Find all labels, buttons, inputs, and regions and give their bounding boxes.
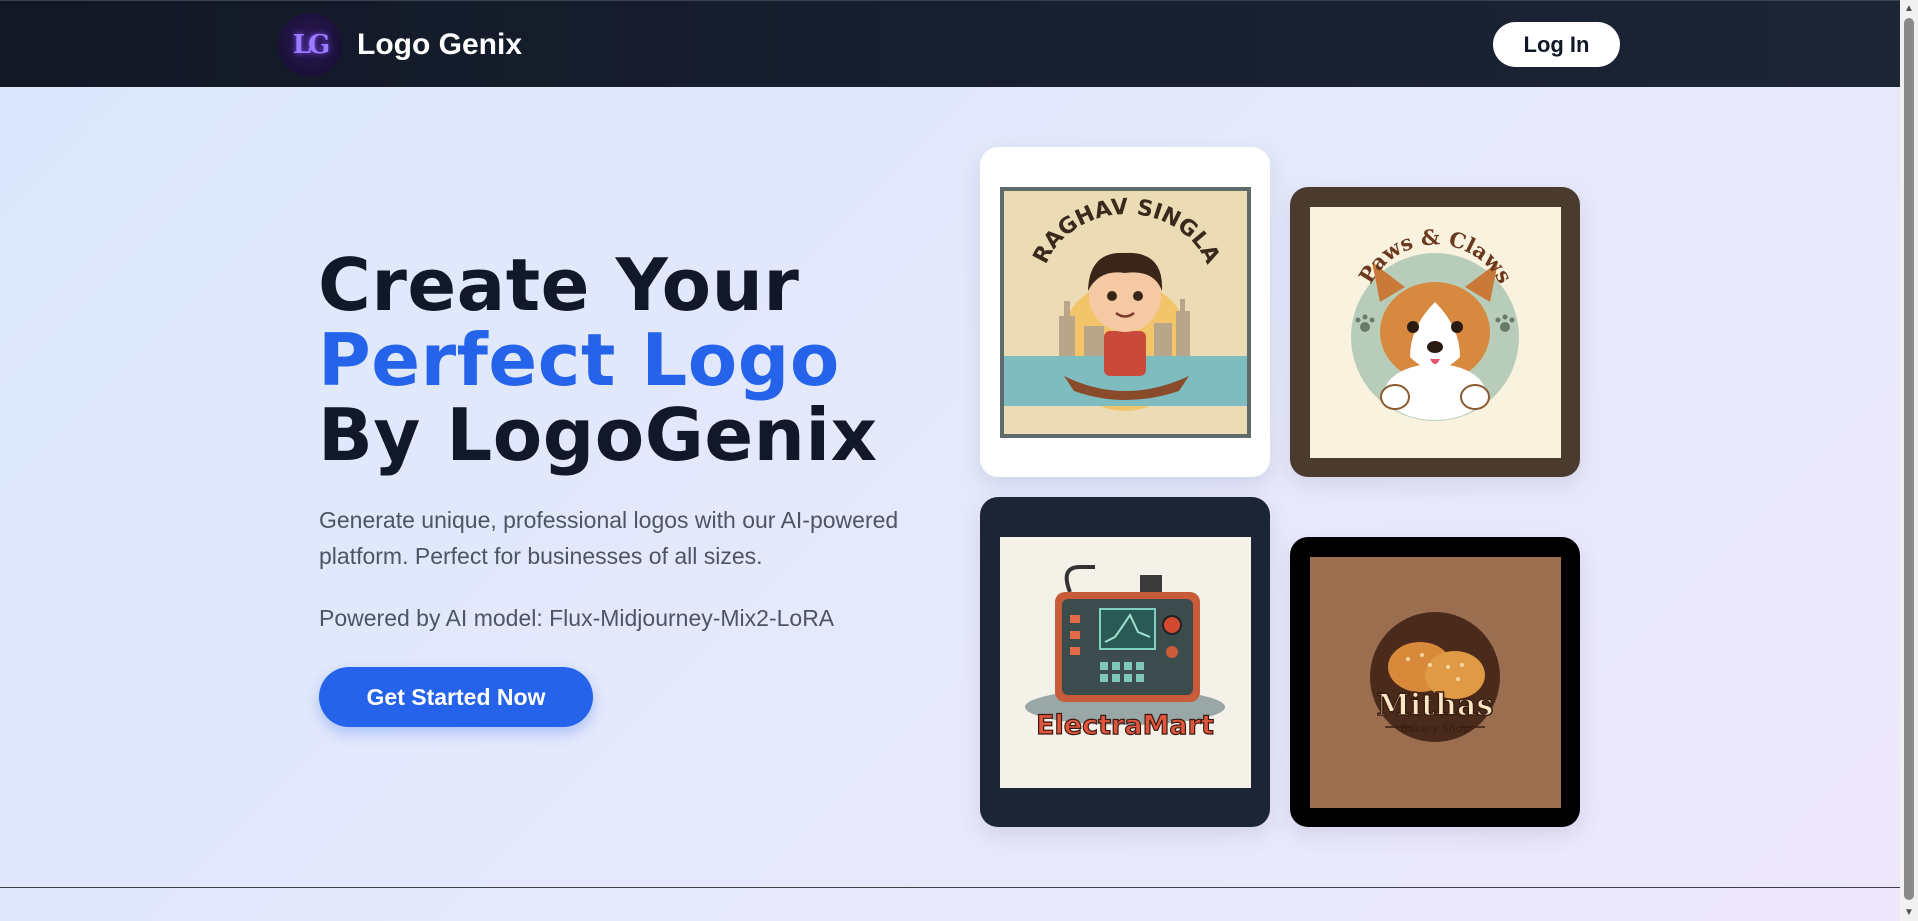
logo-subtext-bakery-shop: Bakery Shop [1400, 722, 1469, 735]
section-divider [0, 887, 1900, 888]
logo-image-electramart: ElectraMart [999, 536, 1251, 788]
model-info: Powered by AI model: Flux-Midjourney-Mix… [319, 605, 835, 631]
hero-title-line-3: By LogoGenix [318, 393, 878, 477]
scroll-up-arrow-icon[interactable]: ▲ [1900, 0, 1918, 17]
hero-title: Create Your Perfect Logo By LogoGenix [318, 248, 878, 473]
hero-title-highlight: Perfect Logo [318, 318, 840, 402]
logo-card-paws-claws: Paws & Claws [1290, 187, 1580, 477]
logo-image-mithas: Mithas Bakery Shop [1309, 556, 1561, 808]
logo-card-raghav-singla: RAGHAV SINGLA [980, 147, 1270, 477]
logo-image-paws-claws: Paws & Claws [1309, 206, 1561, 458]
brand-logo-icon: LG [278, 13, 342, 77]
logo-card-mithas: Mithas Bakery Shop [1290, 537, 1580, 827]
logo-text-electramart: ElectraMart [1036, 710, 1214, 741]
navbar: LG Logo Genix Log In [0, 0, 1900, 87]
get-started-button[interactable]: Get Started Now [319, 667, 593, 727]
scroll-thumb[interactable] [1904, 18, 1914, 900]
hero-description: Generate unique, professional logos with… [319, 507, 899, 569]
scrollbar[interactable]: ▲ ▼ [1900, 0, 1918, 921]
logo-text-mithas: Mithas [1376, 688, 1493, 723]
logo-card-electramart: ElectraMart [980, 497, 1270, 827]
scroll-down-arrow-icon[interactable]: ▼ [1900, 904, 1918, 921]
hero-title-line-1: Create Your [318, 243, 800, 327]
brand-name: Logo Genix [357, 28, 522, 61]
logo-image-raghav-singla: RAGHAV SINGLA [999, 186, 1251, 438]
brand[interactable]: LG Logo Genix [278, 13, 522, 77]
login-button[interactable]: Log In [1493, 22, 1620, 67]
